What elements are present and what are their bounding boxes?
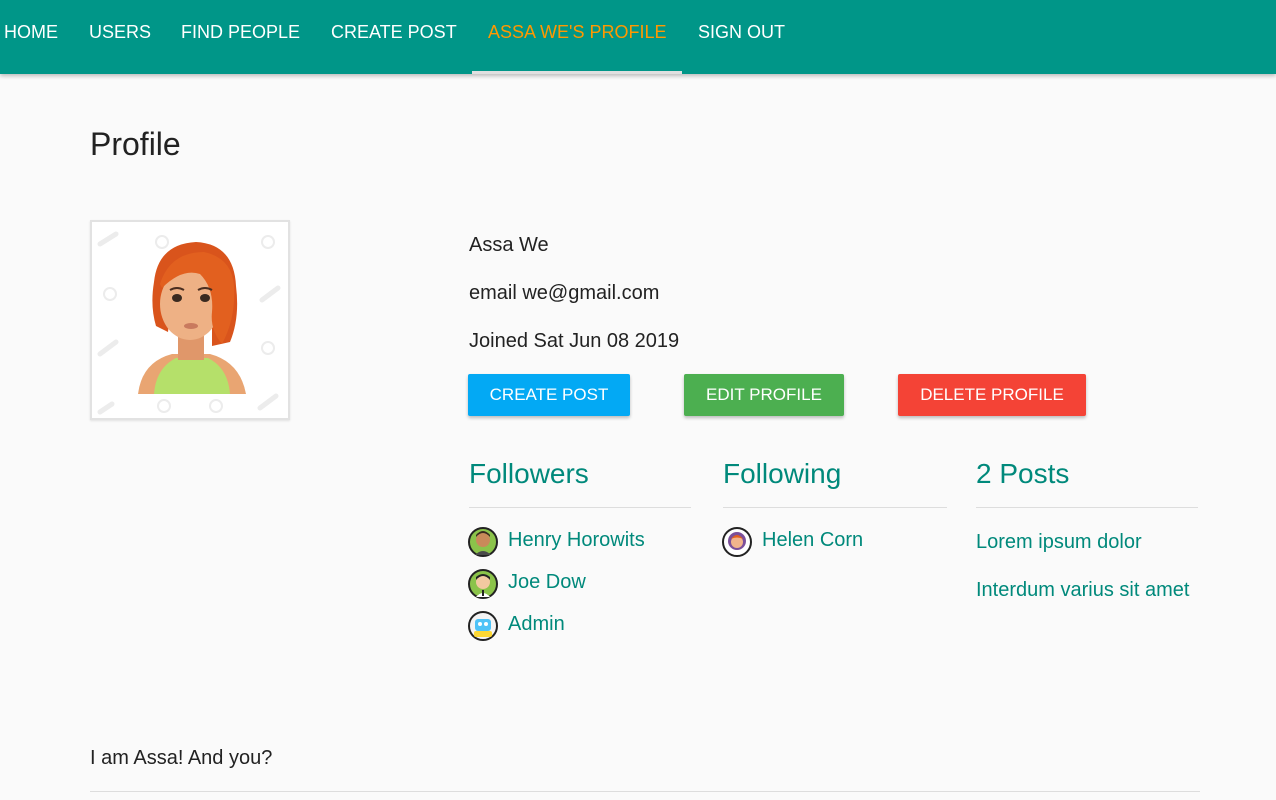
followers-heading: Followers: [469, 458, 589, 489]
followers-divider: [469, 507, 691, 508]
woman-avatar-icon: [97, 231, 281, 415]
nav-create-post[interactable]: CREATE POST: [331, 0, 457, 74]
nav-my-profile[interactable]: ASSA WE'S PROFILE: [488, 0, 667, 74]
profile-photo: [90, 220, 290, 420]
following-name: Helen Corn: [762, 529, 864, 551]
bearded-man-avatar-icon: [468, 527, 498, 557]
nav-find-people[interactable]: FIND PEOPLE: [181, 0, 300, 74]
create-post-button[interactable]: CREATE POST: [468, 374, 630, 416]
page-title: Profile: [90, 126, 181, 162]
profile-joined-date: Joined Sat Jun 08 2019: [469, 330, 680, 352]
bio-divider: [90, 791, 1200, 792]
nav-users[interactable]: USERS: [89, 0, 151, 74]
man-avatar-icon: [468, 569, 498, 599]
profile-email: email we@gmail.com: [469, 282, 660, 304]
nav-home[interactable]: HOME: [4, 0, 58, 74]
posts-divider: [976, 507, 1198, 508]
delete-profile-button[interactable]: DELETE PROFILE: [898, 374, 1086, 416]
active-tab-indicator: [472, 71, 682, 74]
follower-name: Henry Horowits: [508, 529, 645, 551]
profile-name: Assa We: [469, 234, 549, 256]
top-navbar: HOME USERS FIND PEOPLE CREATE POST ASSA …: [0, 0, 1276, 74]
post-link[interactable]: Lorem ipsum dolor: [976, 531, 1142, 554]
follower-name: Admin: [508, 613, 565, 635]
following-heading: Following: [723, 458, 842, 489]
edit-profile-button[interactable]: EDIT PROFILE: [684, 374, 844, 416]
profile-bio: I am Assa! And you?: [90, 747, 273, 769]
robot-avatar-icon: [468, 611, 498, 641]
following-divider: [723, 507, 947, 508]
woman-avatar-icon: [722, 527, 752, 557]
follower-name: Joe Dow: [508, 571, 586, 593]
posts-heading: 2 Posts: [976, 458, 1070, 489]
nav-sign-out[interactable]: SIGN OUT: [698, 0, 785, 74]
post-link[interactable]: Interdum varius sit amet: [976, 579, 1189, 602]
